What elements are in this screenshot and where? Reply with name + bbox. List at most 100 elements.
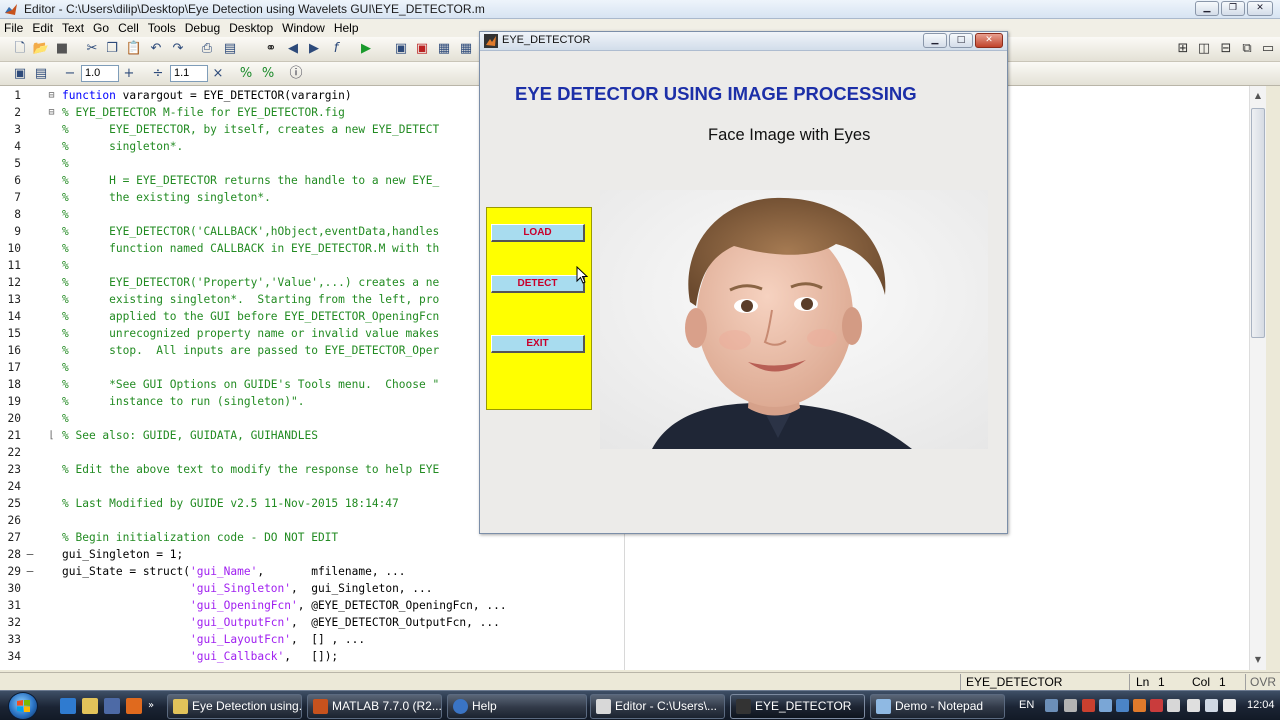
editor-titlebar[interactable]: Editor - C:\Users\dilip\Desktop\Eye Dete… (0, 0, 1280, 19)
fold-marker-icon[interactable]: ⊟ (47, 104, 56, 121)
tile-layout-icon[interactable]: ⊞ (1175, 41, 1191, 57)
scroll-down-arrow-icon[interactable]: ▼ (1251, 652, 1265, 668)
task-help[interactable]: Help (447, 694, 587, 719)
tray-power-icon[interactable] (1187, 699, 1200, 712)
maximize-panel-icon[interactable]: ▭ (1260, 41, 1276, 57)
split-horizontal-icon[interactable]: ⊟ (1218, 41, 1234, 57)
divide-button[interactable]: ÷ (150, 66, 166, 82)
step-icon[interactable]: ▦ (436, 41, 452, 57)
figure-maximize-button[interactable]: □ (949, 33, 973, 48)
tray-chat-icon[interactable] (1116, 699, 1129, 712)
code-line[interactable]: 34 'gui_Callback', []); (0, 648, 1250, 665)
line-number: 29 (7, 565, 21, 578)
code-line[interactable]: 28– gui_Singleton = 1; (0, 546, 1250, 563)
fold-marker-icon[interactable]: ⊟ (47, 87, 56, 104)
new-file-icon[interactable]: 🗋 (12, 41, 28, 57)
figure-titlebar[interactable]: EYE_DETECTOR ▁ □ ✕ (480, 32, 1007, 51)
load-button[interactable]: LOAD (491, 224, 585, 242)
explorer-folder-icon[interactable] (82, 698, 98, 714)
scrollbar-thumb[interactable] (1251, 108, 1265, 338)
menu-go[interactable]: Go (93, 21, 109, 35)
editor-close-button[interactable]: ✕ (1247, 1, 1273, 16)
breakpoint-marker[interactable]: – (24, 546, 36, 563)
decrement-button[interactable]: − (62, 66, 78, 82)
tray-monitor-icon[interactable] (1167, 699, 1180, 712)
info-icon[interactable]: ⓘ (288, 66, 304, 82)
menu-file[interactable]: File (4, 21, 23, 35)
increment-button[interactable]: + (121, 66, 137, 82)
menu-desktop[interactable]: Desktop (229, 21, 273, 35)
menu-window[interactable]: Window (282, 21, 325, 35)
code-line[interactable]: 33 'gui_LayoutFcn', [] , ... (0, 631, 1250, 648)
open-folder-icon[interactable]: 📂 (33, 41, 49, 57)
set-breakpoint-icon[interactable]: ▣ (393, 41, 409, 57)
function-icon[interactable]: f (328, 41, 344, 57)
back-arrow-icon[interactable]: ◀ (285, 41, 301, 57)
code-line[interactable]: 29– gui_State = struct('gui_Name', mfilen… (0, 563, 1250, 580)
task-notepad[interactable]: Demo - Notepad (870, 694, 1005, 719)
save-icon[interactable]: ■ (54, 41, 70, 57)
task-eye-detection-folder[interactable]: Eye Detection using... (167, 694, 302, 719)
face-image (600, 190, 988, 449)
menu-edit[interactable]: Edit (32, 21, 53, 35)
code-line[interactable]: 32 'gui_OutputFcn', @EYE_DETECTOR_Output… (0, 614, 1250, 631)
menu-text[interactable]: Text (62, 21, 84, 35)
fold-marker-icon[interactable]: ⌊ (47, 427, 56, 444)
figure-minimize-button[interactable]: ▁ (923, 33, 947, 48)
undo-icon[interactable]: ↶ (148, 41, 164, 57)
code-line[interactable]: 30 'gui_Singleton', gui_Singleton, ... (0, 580, 1250, 597)
code-line[interactable]: 31 'gui_OpeningFcn', @EYE_DETECTOR_Openi… (0, 597, 1250, 614)
multiply-button[interactable]: × (210, 66, 226, 82)
forward-arrow-icon[interactable]: ▶ (306, 41, 322, 57)
language-indicator[interactable]: EN (1019, 699, 1034, 711)
quicklaunch-expand-icon[interactable]: » (148, 698, 156, 714)
menu-tools[interactable]: Tools (148, 21, 176, 35)
tray-wifi-icon[interactable] (1205, 699, 1218, 712)
step-in-icon[interactable]: ▦ (458, 41, 474, 57)
figure-close-button[interactable]: ✕ (975, 33, 1003, 48)
tray-help-icon[interactable] (1045, 699, 1058, 712)
cell-eval-advance-icon[interactable]: ▤ (33, 66, 49, 82)
exit-button[interactable]: EXIT (491, 335, 585, 353)
detect-button[interactable]: DETECT (491, 275, 585, 293)
start-button[interactable] (8, 692, 38, 720)
insert-cell-icon[interactable]: % (238, 66, 254, 82)
tray-arrow-icon[interactable] (1064, 699, 1077, 712)
cell-value-field-1[interactable]: 1.0 (81, 65, 119, 82)
media-player-icon[interactable] (126, 698, 142, 714)
binoculars-icon[interactable]: ⚭ (263, 41, 279, 57)
run-icon[interactable]: ▶ (358, 41, 374, 57)
paste-icon[interactable]: 📋 (126, 41, 142, 57)
remove-cell-icon[interactable]: % (260, 66, 276, 82)
menu-debug[interactable]: Debug (185, 21, 220, 35)
menu-help[interactable]: Help (334, 21, 359, 35)
print-icon[interactable]: ⎙ (199, 41, 215, 57)
breakpoint-marker[interactable]: – (24, 563, 36, 580)
find-files-icon[interactable]: ▤ (222, 41, 238, 57)
tray-network-icon[interactable] (1099, 699, 1112, 712)
cell-value-field-2[interactable]: 1.1 (170, 65, 208, 82)
internet-explorer-icon[interactable] (60, 698, 76, 714)
undock-icon[interactable]: ⧉ (1239, 41, 1255, 57)
task-editor[interactable]: Editor - C:\Users\... (590, 694, 725, 719)
line-number: 20 (7, 412, 21, 425)
split-vertical-icon[interactable]: ◫ (1196, 41, 1212, 57)
redo-icon[interactable]: ↷ (170, 41, 186, 57)
tray-volume-icon[interactable] (1223, 699, 1236, 712)
cell-eval-icon[interactable]: ▣ (12, 66, 28, 82)
menu-cell[interactable]: Cell (118, 21, 139, 35)
tray-flag-icon[interactable] (1150, 699, 1163, 712)
editor-vertical-scrollbar[interactable]: ▲ ▼ (1249, 86, 1266, 670)
editor-minimize-button[interactable]: ▁ (1195, 1, 1219, 16)
system-clock[interactable]: 12:04 (1247, 699, 1275, 711)
copy-icon[interactable]: ❐ (104, 41, 120, 57)
clear-breakpoint-icon[interactable]: ▣ (414, 41, 430, 57)
tray-app-icon[interactable] (1133, 699, 1146, 712)
cut-icon[interactable]: ✂ (84, 41, 100, 57)
task-eye-detector[interactable]: EYE_DETECTOR (730, 694, 865, 719)
scroll-up-arrow-icon[interactable]: ▲ (1251, 88, 1265, 104)
task-matlab[interactable]: MATLAB 7.7.0 (R2... (307, 694, 442, 719)
editor-restore-button[interactable]: ❐ (1221, 1, 1245, 16)
tray-security-icon[interactable] (1082, 699, 1095, 712)
show-desktop-icon[interactable] (104, 698, 120, 714)
